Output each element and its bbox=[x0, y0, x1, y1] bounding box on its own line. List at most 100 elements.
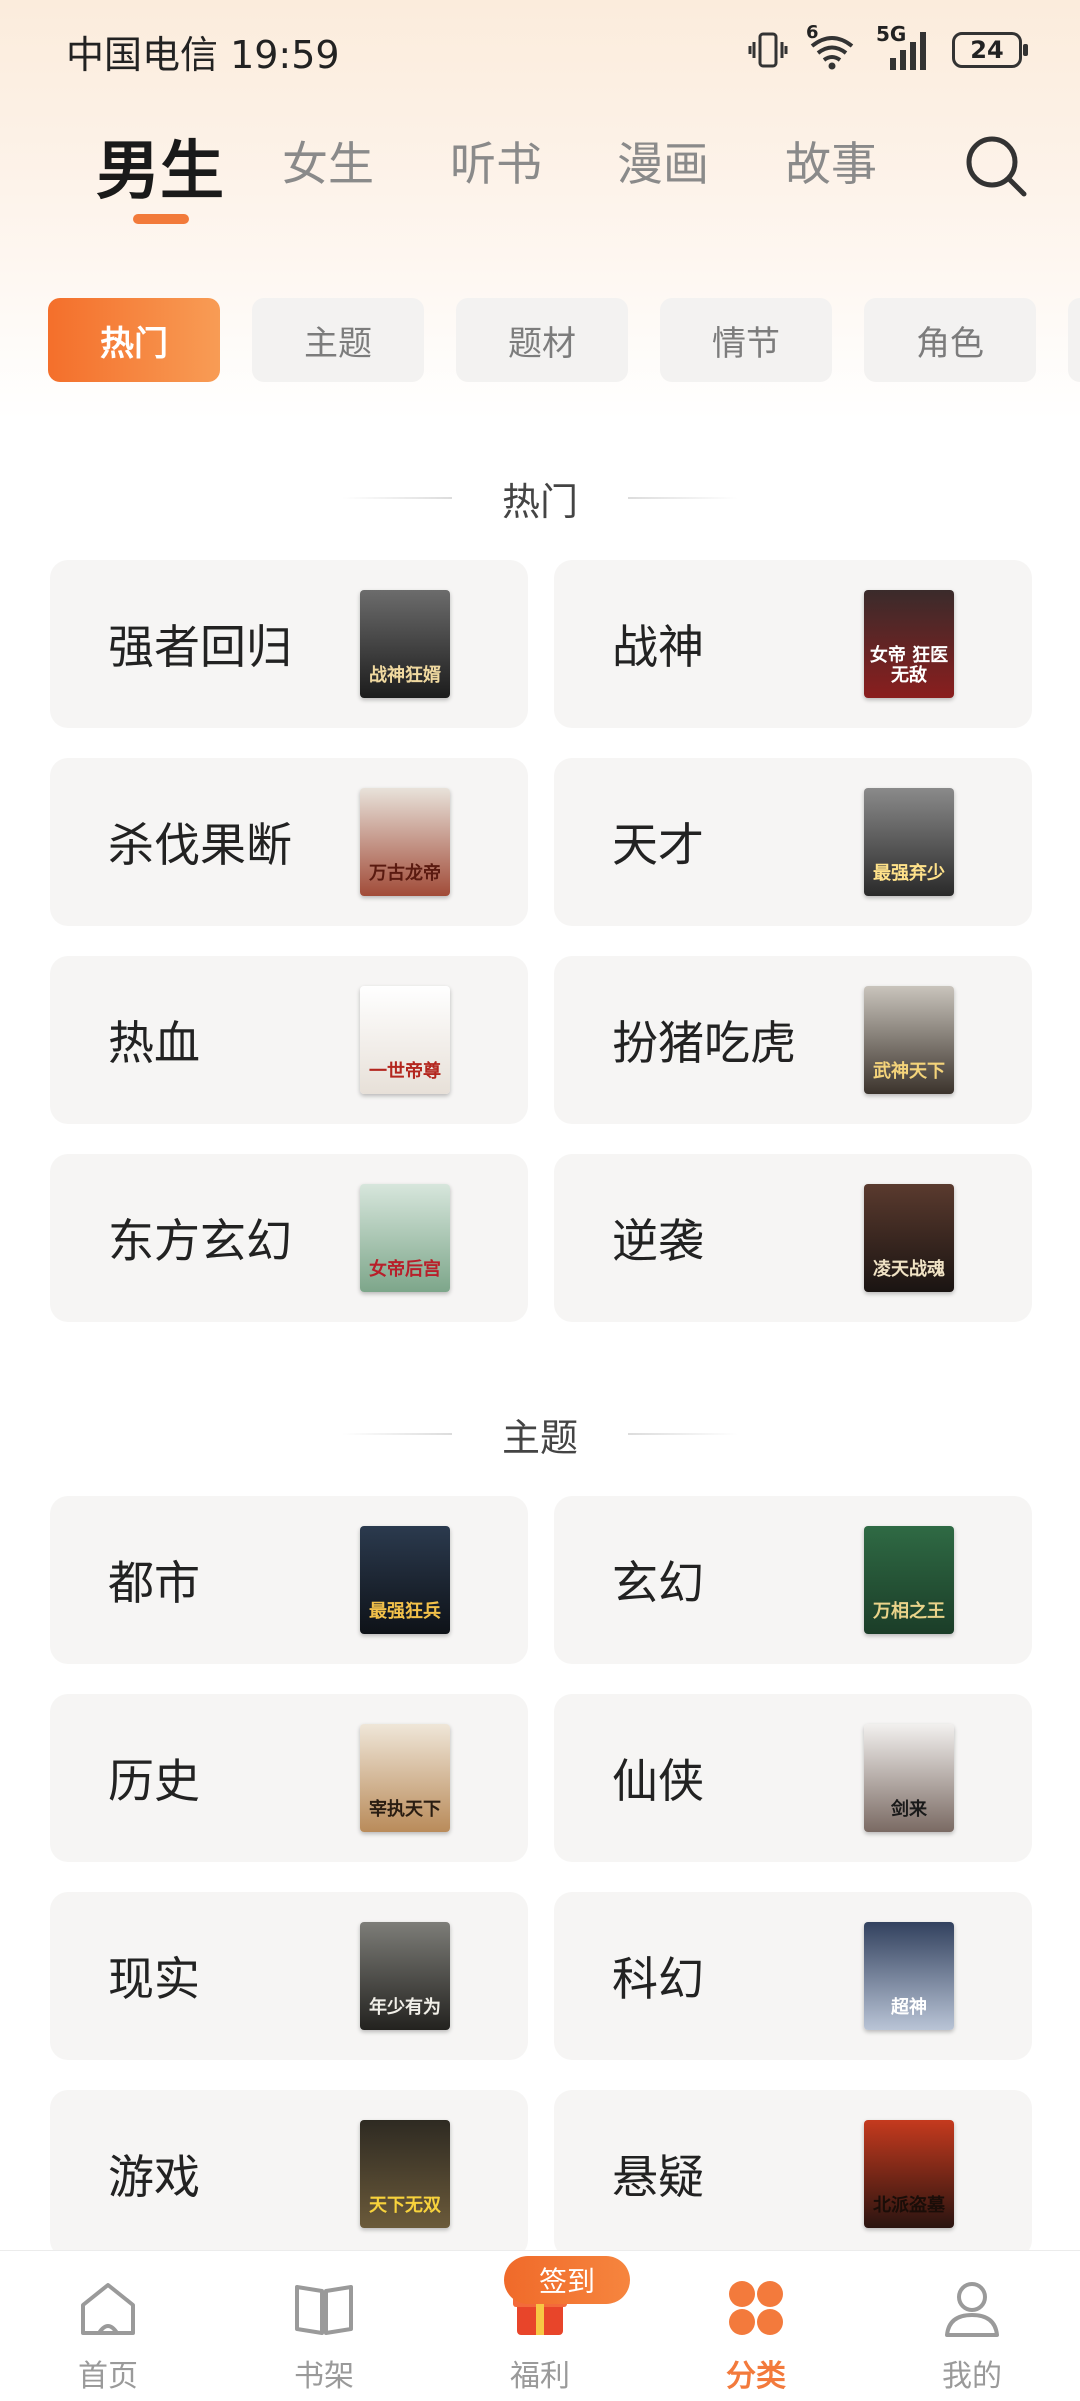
book-cover: 宰执天下 bbox=[360, 1724, 450, 1832]
chip-subject[interactable]: 题材 bbox=[456, 298, 628, 382]
category-card[interactable]: 强者回归 战神狂婿 bbox=[50, 560, 528, 728]
cover-title: 剑来 bbox=[891, 1799, 927, 1820]
category-label: 战神 bbox=[612, 620, 704, 674]
book-cover: 凌天战魂 bbox=[864, 1184, 954, 1292]
cover-title: 武神天下 bbox=[873, 1061, 945, 1082]
tab-male[interactable]: 男生 bbox=[96, 120, 224, 212]
category-label: 玄幻 bbox=[612, 1556, 704, 1610]
category-icon bbox=[729, 2281, 783, 2335]
category-card[interactable]: 扮猪吃虎 武神天下 bbox=[554, 956, 1032, 1124]
status-icons: 6 5G 24 bbox=[748, 22, 1028, 74]
category-card[interactable]: 天才 最强弃少 bbox=[554, 758, 1032, 926]
signal-icon: 5G bbox=[876, 22, 934, 72]
book-cover: 战神狂婿 bbox=[360, 590, 450, 698]
search-icon[interactable] bbox=[962, 132, 1030, 200]
category-label: 杀伐果断 bbox=[108, 818, 292, 872]
status-bar: 中国电信 19:59 6 5G 24 bbox=[0, 0, 1080, 100]
chip-plot[interactable]: 情节 bbox=[660, 298, 832, 382]
category-card[interactable]: 现实 年少有为 bbox=[50, 1892, 528, 2060]
category-card[interactable]: 玄幻 万相之王 bbox=[554, 1496, 1032, 1664]
category-label: 仙侠 bbox=[612, 1754, 704, 1808]
chip-hot[interactable]: 热门 bbox=[48, 298, 220, 382]
cover-title: 年少有为 bbox=[369, 1997, 441, 2018]
top-tab-bar: 男生 女生 听书 漫画 故事 bbox=[0, 120, 1080, 230]
category-card[interactable]: 科幻 超神 bbox=[554, 1892, 1032, 2060]
category-card[interactable]: 杀伐果断 万古龙帝 bbox=[50, 758, 528, 926]
book-cover: 最强弃少 bbox=[864, 788, 954, 896]
category-label: 悬疑 bbox=[612, 2150, 704, 2204]
cover-title: 北派盗墓 bbox=[873, 2195, 945, 2216]
chip-theme[interactable]: 主题 bbox=[252, 298, 424, 382]
cover-title: 天下无双 bbox=[369, 2195, 441, 2216]
category-card[interactable]: 都市 最强狂兵 bbox=[50, 1496, 528, 1664]
nav-label: 首页 bbox=[78, 2359, 138, 2394]
nav-label: 福利 bbox=[510, 2359, 570, 2394]
cover-title: 宰执天下 bbox=[369, 1799, 441, 1820]
category-label: 游戏 bbox=[108, 2150, 200, 2204]
book-cover: 女帝后宫 bbox=[360, 1184, 450, 1292]
nav-home[interactable]: 首页 bbox=[38, 2251, 178, 2401]
category-label: 热血 bbox=[108, 1016, 200, 1070]
cover-title: 战神狂婿 bbox=[369, 665, 441, 686]
category-card[interactable]: 逆袭 凌天战魂 bbox=[554, 1154, 1032, 1322]
nav-label: 分类 bbox=[726, 2359, 786, 2394]
divider bbox=[628, 497, 738, 499]
wifi-icon: 6 bbox=[806, 22, 858, 72]
divider bbox=[341, 497, 452, 499]
battery-indicator: 24 bbox=[952, 32, 1028, 68]
book-cover: 万古龙帝 bbox=[360, 788, 450, 896]
category-card[interactable]: 游戏 天下无双 bbox=[50, 2090, 528, 2258]
nav-label: 我的 bbox=[942, 2359, 1002, 2394]
category-label: 历史 bbox=[108, 1754, 200, 1808]
category-card[interactable]: 悬疑 北派盗墓 bbox=[554, 2090, 1032, 2258]
book-cover: 一世帝尊 bbox=[360, 986, 450, 1094]
book-cover: 万相之王 bbox=[864, 1526, 954, 1634]
nav-label: 书架 bbox=[294, 2359, 354, 2394]
tab-comics[interactable]: 漫画 bbox=[617, 128, 709, 194]
profile-icon bbox=[945, 2282, 999, 2337]
tab-audiobook[interactable]: 听书 bbox=[450, 128, 542, 194]
category-label: 东方玄幻 bbox=[108, 1214, 292, 1268]
book-cover: 天下无双 bbox=[360, 2120, 450, 2228]
tab-female[interactable]: 女生 bbox=[282, 128, 374, 194]
book-cover: 年少有为 bbox=[360, 1922, 450, 2030]
category-card[interactable]: 仙侠 剑来 bbox=[554, 1694, 1032, 1862]
cover-title: 女帝 狂医无敌 bbox=[869, 645, 949, 686]
category-card[interactable]: 热血 一世帝尊 bbox=[50, 956, 528, 1124]
active-tab-indicator bbox=[133, 214, 189, 224]
book-cover: 女帝 狂医无敌 bbox=[864, 590, 954, 698]
cover-title: 一世帝尊 bbox=[369, 1061, 441, 1082]
nav-bookshelf[interactable]: 书架 bbox=[254, 2251, 394, 2401]
cover-title: 女帝后宫 bbox=[369, 1259, 441, 1280]
vibrate-icon bbox=[748, 32, 788, 68]
tab-stories[interactable]: 故事 bbox=[785, 128, 877, 194]
chip-character[interactable]: 角色 bbox=[864, 298, 1036, 382]
carrier-time: 中国电信 19:59 bbox=[66, 33, 340, 77]
book-cover: 超神 bbox=[864, 1922, 954, 2030]
book-cover: 剑来 bbox=[864, 1724, 954, 1832]
nav-profile[interactable]: 我的 bbox=[902, 2251, 1042, 2401]
book-cover: 最强狂兵 bbox=[360, 1526, 450, 1634]
home-icon bbox=[81, 2283, 135, 2335]
section-title: 热门 bbox=[501, 479, 578, 524]
category-label: 天才 bbox=[612, 818, 704, 872]
chip-overflow[interactable] bbox=[1068, 298, 1080, 382]
section-header-hot: 热门 bbox=[0, 468, 1080, 528]
cover-title: 凌天战魂 bbox=[873, 1259, 945, 1280]
category-label: 科幻 bbox=[612, 1952, 704, 2006]
divider bbox=[341, 1433, 452, 1435]
category-card[interactable]: 战神 女帝 狂医无敌 bbox=[554, 560, 1032, 728]
category-card[interactable]: 历史 宰执天下 bbox=[50, 1694, 528, 1862]
nav-category[interactable]: 分类 bbox=[686, 2251, 826, 2401]
section-title: 主题 bbox=[501, 1415, 578, 1460]
checkin-badge[interactable]: 签到 bbox=[504, 2256, 630, 2304]
cover-title: 超神 bbox=[891, 1997, 927, 2018]
category-card[interactable]: 东方玄幻 女帝后宫 bbox=[50, 1154, 528, 1322]
battery-level: 24 bbox=[970, 36, 1004, 64]
category-label: 强者回归 bbox=[108, 620, 292, 674]
divider bbox=[628, 1433, 738, 1435]
section-header-theme: 主题 bbox=[0, 1404, 1080, 1464]
category-label: 扮猪吃虎 bbox=[612, 1016, 796, 1070]
bookshelf-icon bbox=[295, 2285, 353, 2335]
category-label: 都市 bbox=[108, 1556, 200, 1610]
